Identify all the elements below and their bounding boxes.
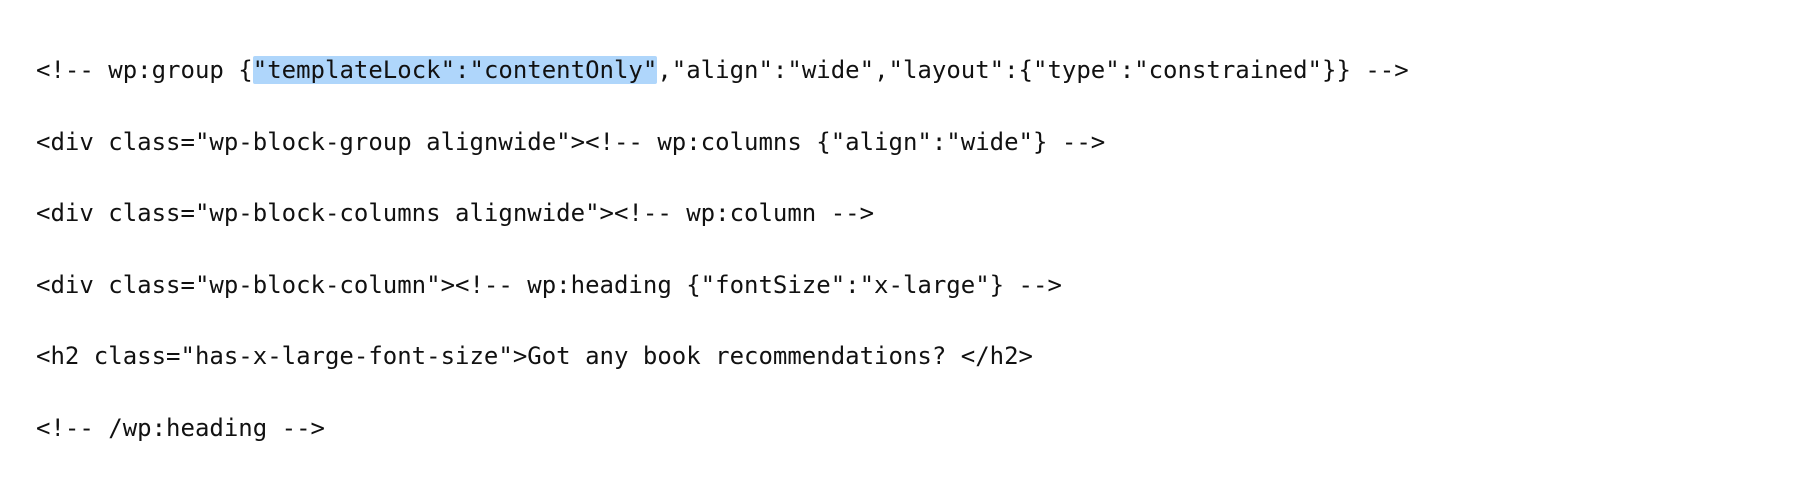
code-line-4: <div class="wp-block-column"><!-- wp:hea…: [36, 269, 1766, 303]
code-line-3: <div class="wp-block-columns alignwide">…: [36, 197, 1766, 231]
code-text: ,"align":"wide","layout":{"type":"constr…: [657, 56, 1408, 84]
code-text: <div class="wp-block-columns alignwide">…: [36, 199, 874, 227]
code-line-2: <div class="wp-block-group alignwide"><!…: [36, 126, 1766, 160]
code-line-5: <h2 class="has-x-large-font-size">Got an…: [36, 340, 1766, 374]
code-snippet: <!-- wp:group {"templateLock":"contentOn…: [0, 0, 1802, 482]
code-text: <h2 class="has-x-large-font-size">Got an…: [36, 342, 1033, 370]
highlighted-code: "templateLock":"contentOnly": [253, 56, 658, 84]
code-text: <div class="wp-block-group alignwide"><!…: [36, 128, 1105, 156]
code-line-1: <!-- wp:group {"templateLock":"contentOn…: [36, 54, 1766, 88]
code-text: <!-- /wp:heading -->: [36, 414, 325, 442]
code-line-6: <!-- /wp:heading -->: [36, 412, 1766, 446]
code-text: <div class="wp-block-column"><!-- wp:hea…: [36, 271, 1062, 299]
code-text: <!-- wp:group {: [36, 56, 253, 84]
